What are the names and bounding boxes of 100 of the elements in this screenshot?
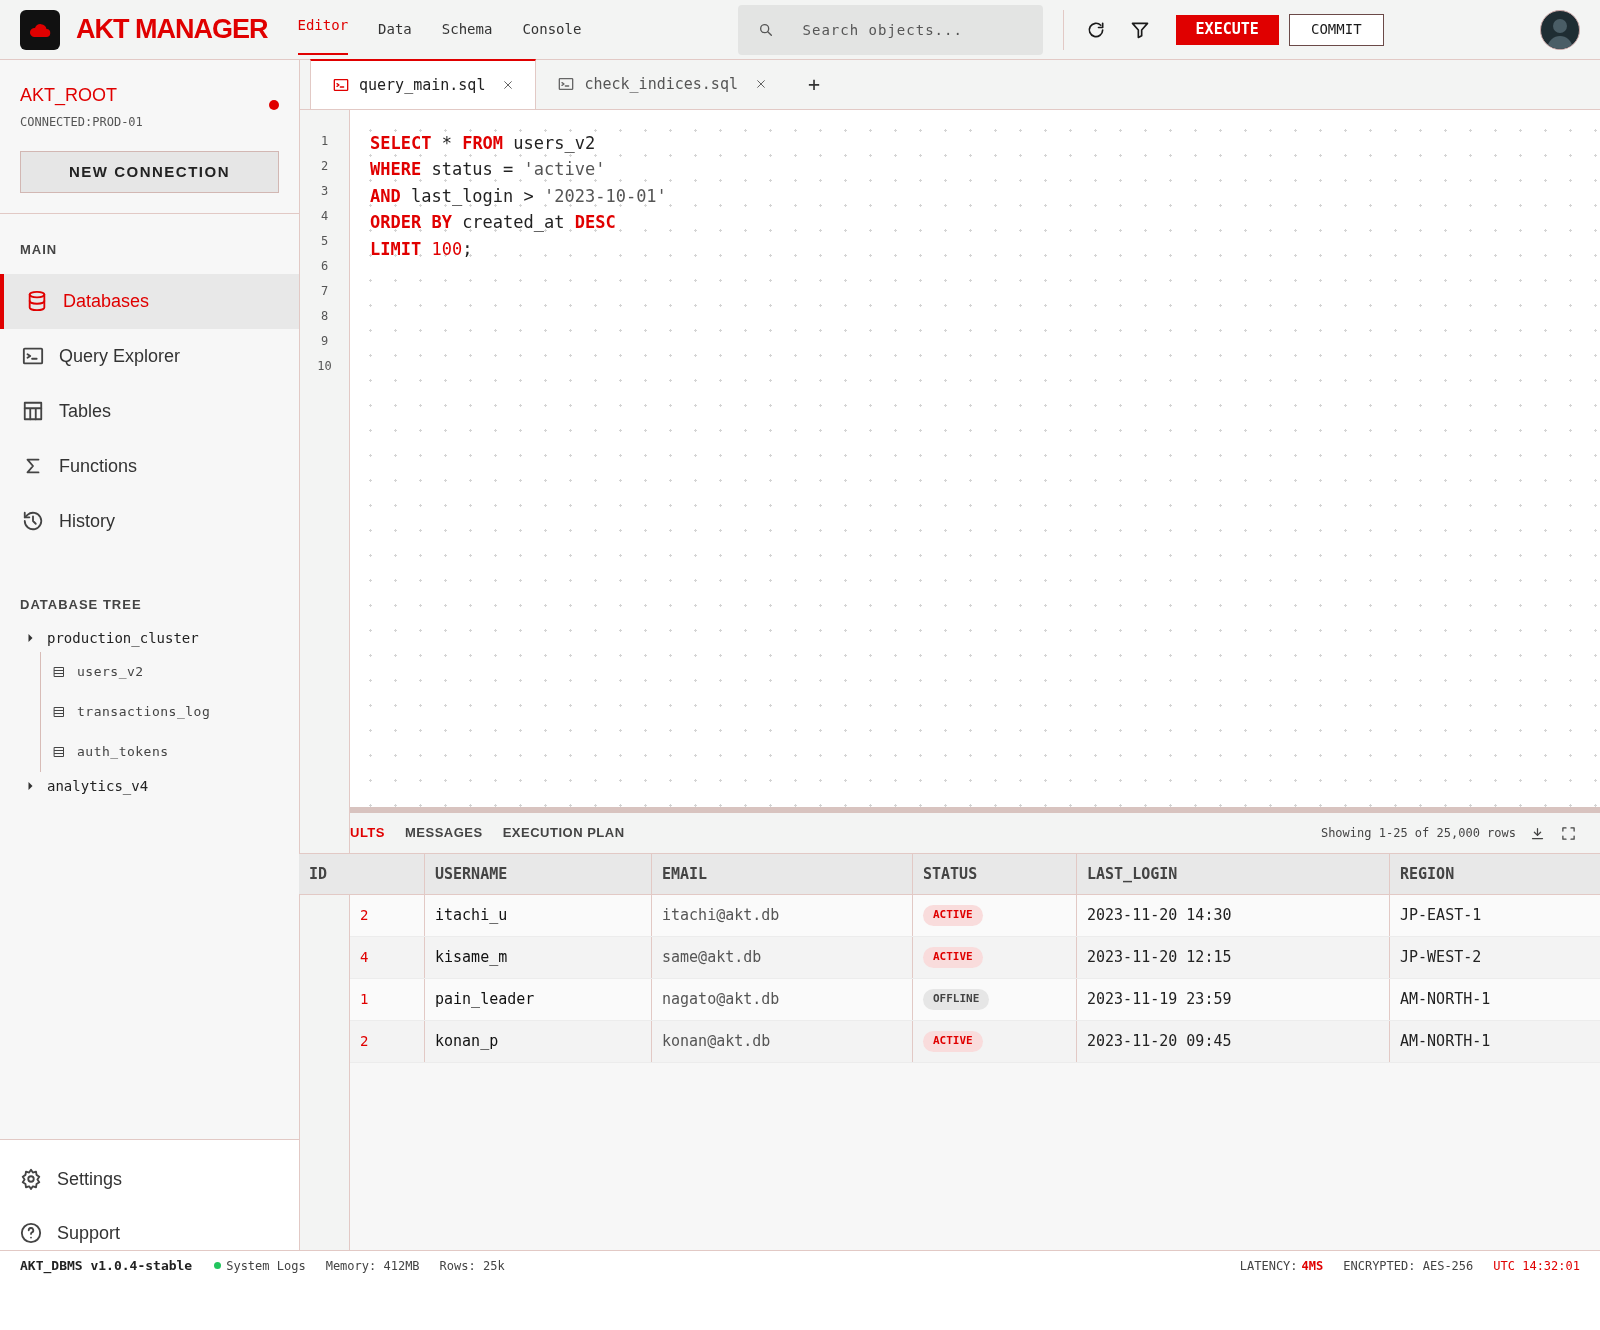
table-cell: JP-EAST-1 [1389,895,1600,936]
table-cell: AM-NORTH-1 [1389,979,1600,1020]
line-number: 5 [320,233,329,250]
close-icon [755,79,766,89]
nav-tab[interactable]: Console [522,0,582,59]
table-cell: pain_leader [424,979,651,1020]
sidebar-item[interactable]: History [0,493,299,549]
line-number: 1 [320,133,329,150]
fullscreen-icon [1561,825,1576,841]
table-cell: 2023-11-20 14:30 [1076,895,1389,936]
table-icon [53,666,65,678]
execute-button[interactable]: EXECUTE [1175,14,1279,45]
line-number: 3 [320,183,329,200]
line-number: 6 [320,258,329,275]
status-badge: OFFLINE [923,989,990,1010]
settings-icon [20,1168,42,1190]
code-line: SELECT * FROM users_v2 [370,131,597,155]
close-icon [503,80,514,90]
app-logo-icon [20,9,60,50]
commit-button[interactable]: COMMIT [1288,13,1384,46]
user-avatar[interactable] [1540,9,1580,50]
table-cell: nagato@akt.db [651,979,912,1020]
version-label: AKT_DBMS v1.0.4-stable [20,1256,193,1276]
table-cell: AM-NORTH-1 [1389,1021,1600,1062]
table-cell: 2023-11-20 09:45 [1076,1021,1389,1062]
tree-table-item[interactable]: auth_tokens [41,732,299,772]
latency-value: 4MS [1301,1257,1324,1275]
new-tab-button[interactable]: + [787,59,840,109]
code-line: WHERE status = 'active' [370,158,607,181]
code-line: LIMIT 100; [370,237,474,261]
clock: UTC 14:32:01 [1493,1257,1580,1275]
tree-table-item[interactable]: users_v2 [41,652,299,692]
expand-arrow-icon [28,634,33,642]
table-icon [53,746,65,758]
sidebar-item[interactable]: Functions [0,438,299,494]
file-tab[interactable]: query_main.sql [310,59,537,109]
table-cell: konan@akt.db [651,1021,912,1062]
line-number: 9 [320,333,329,350]
column-header[interactable]: USERNAME [424,854,651,894]
status-badge: ACTIVE [923,905,983,926]
encryption-status: ENCRYPTED: AES-256 [1343,1257,1474,1275]
history-icon [22,510,44,532]
tree-node[interactable]: production_cluster [0,624,299,652]
results-tab[interactable]: EXECUTION PLAN [502,823,625,843]
new-connection-button[interactable]: NEW CONNECTION [20,151,279,193]
table-icon [22,400,44,422]
table-cell-text: 2 [359,1032,370,1051]
status-badge: ACTIVE [923,1031,983,1052]
column-header[interactable]: LAST_LOGIN [1076,854,1389,894]
connection-name: AKT_ROOT [20,84,118,108]
refresh-icon [1085,19,1106,40]
tree-table-item[interactable]: transactions_log [41,692,299,732]
database-icon [26,290,48,312]
expand-arrow-icon [28,782,33,790]
resize-handle[interactable] [350,807,1600,813]
search-field[interactable]: Search objects... [737,4,1043,55]
code-line: ORDER BY created_at DESC [370,211,617,234]
table-cell: itachi@akt.db [651,895,912,936]
results-tab[interactable]: ULTS [350,823,385,843]
table-icon [53,706,65,718]
status-badge: ACTIVE [923,947,983,968]
help-icon [20,1222,42,1244]
terminal-icon [22,345,44,367]
table-cell: JP-WEST-2 [1389,937,1600,978]
table-cell: kisame_m [424,937,651,978]
sidebar-link[interactable]: Settings [0,1162,299,1196]
tree-node[interactable]: analytics_v4 [0,772,299,800]
latency-label: LATENCY: [1239,1257,1298,1275]
sidebar-item[interactable]: Databases [0,273,299,329]
results-tab[interactable]: MESSAGES [405,823,483,843]
connection-status: CONNECTED:PROD-01 [20,114,143,131]
table-cell: same@akt.db [651,937,912,978]
nav-tab[interactable]: Schema [441,0,493,59]
system-logs-link[interactable]: System Logs [226,1256,306,1275]
fullscreen-button[interactable] [1561,825,1576,841]
nav-tab[interactable]: Data [378,0,412,59]
download-button[interactable] [1530,825,1545,841]
column-header[interactable]: STATUS [912,854,1076,894]
line-number: 7 [320,283,329,300]
column-header[interactable]: ID [299,854,424,894]
table-cell: 2023-11-19 23:59 [1076,979,1389,1020]
file-tab[interactable]: check_indices.sql [536,59,788,109]
sidebar-item[interactable]: Query Explorer [0,328,299,384]
line-number: 8 [320,308,329,325]
line-number: 2 [320,158,329,175]
sidebar-item[interactable]: Tables [0,383,299,439]
table-cell: itachi_u [424,895,651,936]
nav-tab[interactable]: Editor [297,0,349,55]
download-icon [1530,825,1545,841]
terminal-icon [333,77,349,93]
terminal-icon [558,76,575,92]
search-icon [757,21,774,38]
line-number: 4 [320,208,329,225]
sidebar-link[interactable]: Support [0,1216,299,1250]
table-cell-text: 4 [359,948,370,967]
column-header[interactable]: EMAIL [651,854,912,894]
section-heading: DATABASE TREE [19,595,143,614]
line-number: 10 [317,358,332,375]
column-header[interactable]: REGION [1389,854,1600,894]
code-line: AND last_login > '2023-10-01' [370,184,668,208]
